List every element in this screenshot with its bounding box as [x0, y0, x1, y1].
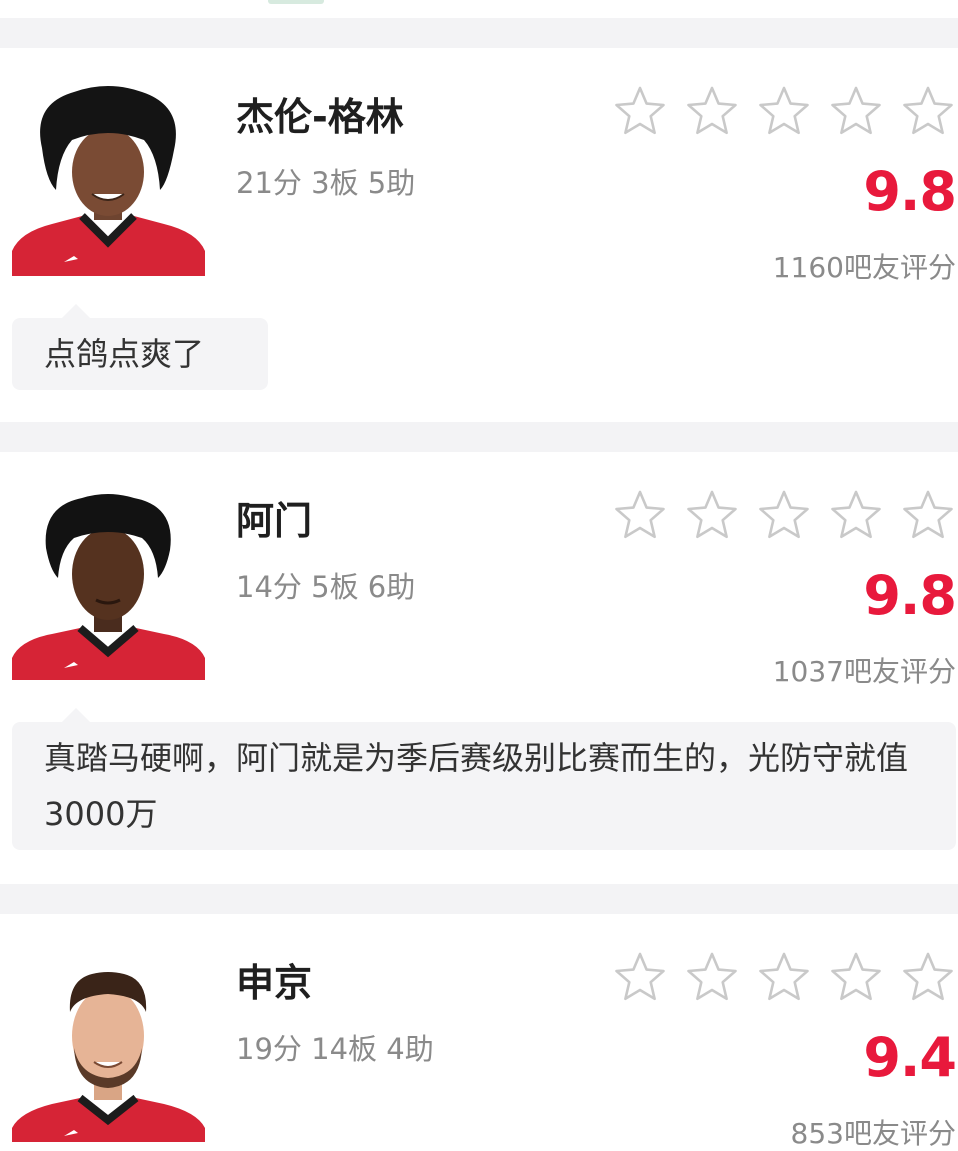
rating-stars [612, 84, 958, 140]
average-score: 9.8 [863, 564, 957, 627]
player-stats: 21分 3板 5助 [236, 166, 416, 200]
player-name: 申京 [236, 961, 313, 1005]
player-photo-icon [12, 494, 205, 680]
player-avatar [12, 86, 205, 276]
star-icon[interactable] [684, 488, 740, 544]
star-icon[interactable] [828, 950, 884, 1006]
tab-indicator [268, 0, 324, 4]
star-icon[interactable] [612, 950, 668, 1006]
player-photo-icon [12, 86, 205, 276]
rater-count: 1160吧友评分 [772, 251, 956, 284]
player-rating-card[interactable]: 杰伦-格林 21分 3板 5助 9.8 1160吧友评分 点鸽点爽了 [0, 48, 958, 422]
player-rating-card[interactable]: 阿门 14分 5板 6助 9.8 1037吧友评分 真踏马硬啊，阿门就是为季后赛… [0, 452, 958, 884]
player-avatar [12, 952, 205, 1142]
top-comment[interactable]: 真踏马硬啊，阿门就是为季后赛级别比赛而生的，光防守就值3000万 [12, 708, 956, 850]
player-stats: 14分 5板 6助 [236, 570, 416, 604]
average-score: 9.4 [863, 1026, 957, 1089]
star-icon[interactable] [900, 84, 956, 140]
player-rating-card[interactable]: 申京 19分 14板 4助 9.4 853吧友评分 [0, 914, 958, 1151]
top-comment[interactable]: 点鸽点爽了 [12, 304, 268, 390]
star-icon[interactable] [684, 950, 740, 1006]
star-icon[interactable] [900, 488, 956, 544]
player-name: 杰伦-格林 [236, 95, 404, 139]
star-icon[interactable] [756, 84, 812, 140]
rater-count: 853吧友评分 [790, 1117, 956, 1150]
star-icon[interactable] [756, 488, 812, 544]
star-icon[interactable] [756, 950, 812, 1006]
player-avatar [12, 490, 205, 680]
star-icon[interactable] [828, 488, 884, 544]
rating-stars [612, 950, 958, 1006]
star-icon[interactable] [900, 950, 956, 1006]
rater-count: 1037吧友评分 [772, 655, 956, 688]
star-icon[interactable] [684, 84, 740, 140]
player-stats: 19分 14板 4助 [236, 1032, 434, 1066]
rating-stars [612, 488, 958, 544]
player-name: 阿门 [236, 499, 313, 543]
star-icon[interactable] [828, 84, 884, 140]
average-score: 9.8 [863, 160, 957, 223]
player-photo-icon [12, 972, 205, 1142]
previous-card-remnant [0, 0, 958, 18]
star-icon[interactable] [612, 84, 668, 140]
star-icon[interactable] [612, 488, 668, 544]
